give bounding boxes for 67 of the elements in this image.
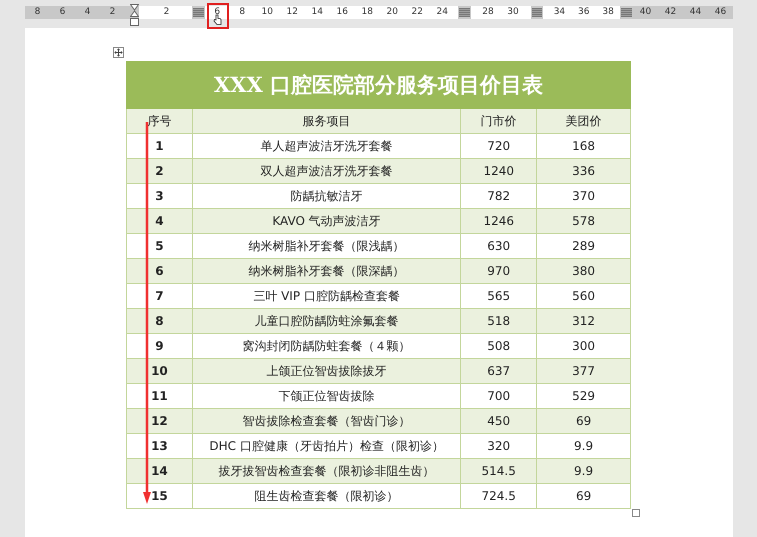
ruler-number: 30	[506, 6, 520, 19]
table-move-handle[interactable]	[113, 47, 124, 58]
ruler-number: 18	[360, 6, 374, 19]
table-cell: 儿童口腔防龋防蛀涂氟套餐	[192, 308, 461, 334]
ruler-number: 6	[58, 6, 66, 19]
ruler-number: 10	[260, 6, 274, 19]
ruler-number: 34	[552, 6, 566, 19]
table-cell: 拔牙拔智齿检查套餐（限初诊非阻生齿）	[192, 458, 461, 484]
ruler-number: 20	[386, 6, 399, 19]
indent-marker[interactable]	[130, 4, 139, 28]
table-resize-handle[interactable]	[632, 509, 640, 517]
ruler-number: 46	[714, 6, 728, 19]
table-cell: 智齿拔除检查套餐（智齿门诊）	[192, 408, 461, 434]
ruler-number: 42	[664, 6, 678, 19]
table-cell: 578	[536, 208, 630, 234]
ruler-number: 28	[481, 6, 495, 19]
ruler-number: 24	[436, 6, 449, 19]
ruler-number: 14	[310, 6, 324, 19]
table-cell: 450	[460, 408, 537, 434]
table-cell: 纳米树脂补牙套餐（限深龋）	[192, 258, 461, 284]
column-header: 美团价	[536, 108, 630, 134]
table-cell: 上颌正位智齿拔除拔牙	[192, 358, 461, 384]
ruler-number: 36	[577, 6, 590, 19]
table-cell: 6	[126, 258, 192, 284]
column-marker[interactable]	[458, 8, 470, 17]
table-cell: 9.9	[536, 458, 630, 484]
ruler-number: 4	[84, 6, 92, 19]
ruler-number: 2	[162, 6, 170, 19]
table-cell: 69	[536, 484, 630, 508]
table-cell: 637	[460, 358, 537, 384]
table-cell: 12	[126, 408, 192, 434]
table-cell: 336	[536, 158, 630, 184]
ruler-number: 40	[638, 6, 652, 19]
column-marker[interactable]	[621, 8, 632, 17]
table-cell: 1240	[460, 158, 537, 184]
ruler-number: 8	[34, 6, 42, 19]
ruler-number: 16	[336, 6, 349, 19]
table-cell: 518	[460, 308, 537, 334]
table-cell: 10	[126, 358, 192, 384]
table-title: XXX 口腔医院部分服务项目价目表	[126, 62, 630, 108]
ruler-number: 8	[238, 6, 246, 19]
table-cell: 1246	[460, 208, 537, 234]
table-cell: 514.5	[460, 458, 537, 484]
table-cell: 14	[126, 458, 192, 484]
column-marker[interactable]	[532, 8, 542, 17]
ruler-number: 2	[108, 6, 116, 19]
table-cell: 970	[460, 258, 537, 284]
table-cell: 双人超声波洁牙洗牙套餐	[192, 158, 461, 184]
table-cell: 69	[536, 408, 630, 434]
ruler-number: 22	[410, 6, 424, 19]
table-cell: 阻生齿检查套餐（限初诊）	[192, 484, 461, 508]
table-cell: 724.5	[460, 484, 537, 508]
column-header: 门市价	[460, 108, 537, 134]
ruler-number: 6	[213, 6, 222, 19]
table-cell: 8	[126, 308, 192, 334]
table-cell: 4	[126, 208, 192, 234]
table-cell: 2	[126, 158, 192, 184]
column-header: 序号	[126, 108, 192, 134]
table-cell: 380	[536, 258, 630, 284]
table-cell: KAVO 气动声波洁牙	[192, 208, 461, 234]
ruler-number: 44	[688, 6, 702, 19]
ruler-number: 12	[286, 6, 299, 19]
column-marker[interactable]	[193, 8, 204, 17]
ruler-number: 38	[601, 6, 615, 19]
column-header: 服务项目	[192, 108, 461, 134]
table-cell: 377	[536, 358, 630, 384]
table-cell: 312	[536, 308, 630, 334]
